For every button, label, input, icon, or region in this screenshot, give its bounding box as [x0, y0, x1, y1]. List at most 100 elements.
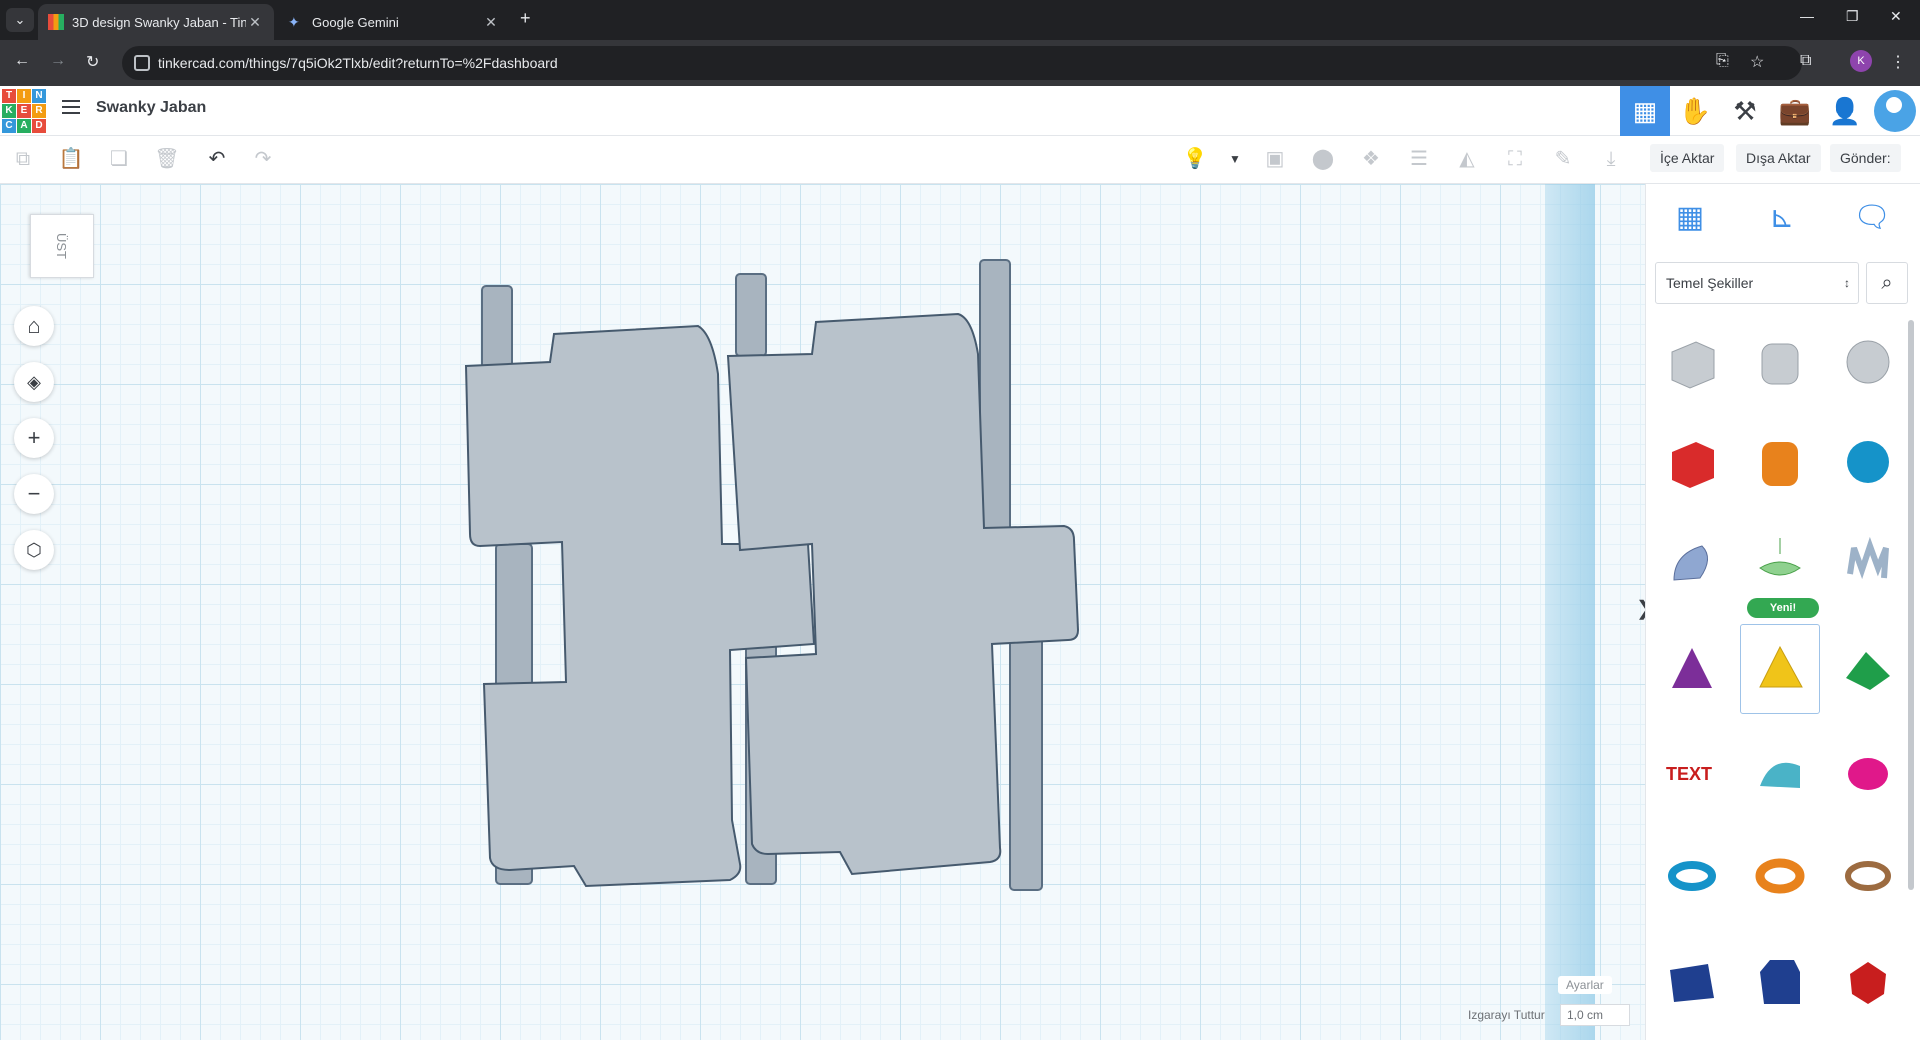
address-bar[interactable]: tinkercad.com/things/7q5iOk2Tlxb/edit?re… — [122, 46, 1802, 80]
ungroup-icon[interactable]: ❖ — [1358, 146, 1384, 172]
cylinder-shape[interactable] — [1740, 420, 1820, 504]
ruler-icon[interactable]: ⊾ — [1760, 196, 1804, 240]
pin-cylinder — [481, 285, 513, 369]
box-hole-shape[interactable] — [1652, 320, 1732, 404]
duplicate-icon[interactable]: ❏ — [106, 146, 132, 172]
chevron-down-icon[interactable]: ▼ — [1222, 146, 1248, 172]
mirror-icon[interactable]: ◭ — [1454, 146, 1480, 172]
undo-icon[interactable]: ↶ — [204, 146, 230, 172]
new-shape[interactable] — [1740, 520, 1820, 604]
icosahedron-shape[interactable] — [1828, 940, 1908, 1024]
lightbulb-icon[interactable]: 💡 — [1182, 146, 1208, 172]
browser-menu-icon[interactable]: ⋮ — [1890, 52, 1906, 72]
gemini-icon: ✦ — [288, 14, 300, 30]
roof-shape[interactable] — [1828, 628, 1908, 712]
bookmark-star-icon[interactable]: ☆ — [1750, 52, 1764, 72]
cylinder-hole-shape[interactable] — [1740, 320, 1820, 404]
site-info-icon[interactable] — [134, 55, 150, 71]
briefcase-icon[interactable]: 💼 — [1770, 86, 1820, 136]
copy-icon[interactable]: ⧉ — [10, 146, 36, 172]
snap-grid-label: Izgarayı Tuttur — [1468, 1008, 1545, 1022]
pin-cylinder — [1009, 603, 1043, 891]
ruler-tool-icon[interactable]: ✎ — [1550, 146, 1576, 172]
import-button[interactable]: İçe Aktar — [1650, 144, 1725, 172]
torus-shape[interactable] — [1652, 834, 1732, 918]
minimize-icon[interactable]: — — [1800, 8, 1814, 24]
close-tab-icon[interactable]: ✕ — [482, 14, 500, 31]
cone-shape[interactable] — [1652, 628, 1732, 712]
delete-icon[interactable]: 🗑 — [154, 146, 180, 172]
tab-search-button[interactable]: ⌄ — [6, 8, 34, 32]
paraboloid-shape[interactable] — [1828, 730, 1908, 814]
url-text: tinkercad.com/things/7q5iOk2Tlxb/edit?re… — [158, 55, 558, 71]
3d-model[interactable] — [0, 184, 1645, 1040]
workplane-edge — [1545, 184, 1595, 1040]
workplane-tool-icon[interactable]: ⛶ — [1502, 146, 1528, 172]
text-3d-shape[interactable] — [1828, 520, 1908, 604]
back-icon[interactable]: ← — [14, 52, 30, 70]
add-user-icon[interactable]: 👤 — [1820, 86, 1870, 136]
browser-tab-tinkercad[interactable]: 3D design Swanky Jaban - Tinkercad ✕ — [38, 4, 274, 40]
notes-icon[interactable]: 🗨 — [1850, 196, 1894, 240]
pyramid-shape[interactable] — [1740, 624, 1820, 714]
send-button[interactable]: Gönder: — [1830, 144, 1901, 172]
restore-icon[interactable]: ❐ — [1846, 8, 1859, 25]
wedge-shape[interactable] — [1652, 940, 1732, 1024]
design-menu-icon[interactable] — [62, 100, 80, 116]
view-cube-label: ÜST — [54, 233, 70, 259]
new-badge: Yeni! — [1747, 598, 1819, 618]
pickaxe-icon[interactable]: ⚒ — [1720, 86, 1770, 136]
close-window-icon[interactable]: ✕ — [1890, 8, 1902, 25]
svg-text:TEXT: TEXT — [1666, 764, 1712, 784]
close-tab-icon[interactable]: ✕ — [246, 14, 264, 31]
home-icon[interactable]: ⌂ — [14, 306, 54, 346]
forward-icon[interactable]: → — [50, 52, 66, 70]
view-cube[interactable]: ÜST — [30, 214, 94, 278]
search-icon[interactable]: ⌕ — [1866, 262, 1908, 304]
shapes-scrollbar[interactable] — [1908, 320, 1914, 890]
polygon-shape[interactable] — [1740, 940, 1820, 1024]
tab-title: 3D design Swanky Jaban - Tinkercad — [72, 14, 246, 30]
tube-shape[interactable] — [1740, 834, 1820, 918]
group-icon[interactable]: ▣ — [1262, 146, 1288, 172]
fit-icon[interactable]: ◈ — [14, 362, 54, 402]
hand-icon[interactable]: ✋ — [1670, 86, 1720, 136]
sphere-shape[interactable] — [1828, 420, 1908, 504]
extensions-icon[interactable]: ⧉ — [1800, 52, 1811, 70]
box-shape[interactable] — [1652, 420, 1732, 504]
drop-icon[interactable]: ⤓ — [1598, 146, 1624, 172]
browser-toolbar: ← → ↻ tinkercad.com/things/7q5iOk2Tlxb/e… — [0, 40, 1920, 86]
settings-button[interactable]: Ayarlar — [1558, 976, 1612, 994]
text-shape[interactable]: TEXT — [1652, 730, 1732, 814]
tab-title: Google Gemini — [312, 14, 399, 30]
half-sphere-shape[interactable] — [1740, 730, 1820, 814]
cube-view-icon[interactable]: ⬡ — [14, 530, 54, 570]
install-app-icon[interactable]: ⎘ — [1716, 52, 1729, 70]
tinkercad-favicon — [48, 14, 64, 30]
tinkercad-logo[interactable]: T I N K E R C A D — [2, 89, 46, 133]
solid-icon[interactable]: ⬤ — [1310, 146, 1336, 172]
user-avatar[interactable] — [1874, 90, 1916, 132]
zoom-out-icon[interactable]: − — [14, 474, 54, 514]
new-tab-button[interactable]: + — [520, 8, 531, 29]
grid-icon[interactable]: ▦ — [1620, 86, 1670, 136]
paste-icon[interactable]: 📋 — [58, 146, 84, 172]
sphere-hole-shape[interactable] — [1828, 320, 1908, 404]
edit-toolbar — [0, 136, 1920, 184]
reload-icon[interactable]: ↻ — [86, 52, 99, 72]
export-button[interactable]: Dışa Aktar — [1736, 144, 1821, 172]
redo-icon[interactable]: ↷ — [250, 146, 276, 172]
zoom-in-icon[interactable]: + — [14, 418, 54, 458]
profile-avatar[interactable]: K — [1850, 50, 1872, 72]
scribble-shape[interactable] — [1652, 520, 1732, 604]
workplane-canvas[interactable] — [0, 184, 1645, 1040]
align-icon[interactable]: ☰ — [1406, 146, 1432, 172]
shape-category-select[interactable]: Temel Şekiller — [1655, 262, 1859, 304]
workplane-icon[interactable]: ▦ — [1668, 196, 1712, 240]
browser-tab-gemini[interactable]: ✦ Google Gemini ✕ — [278, 4, 510, 40]
pin-cylinder — [735, 273, 767, 357]
browser-tab-strip: ⌄ 3D design Swanky Jaban - Tinkercad ✕ ✦… — [0, 0, 1920, 40]
snap-grid-select[interactable]: 1,0 cm — [1560, 1004, 1630, 1026]
ring-shape[interactable] — [1828, 834, 1908, 918]
design-title[interactable]: Swanky Jaban — [96, 99, 206, 117]
